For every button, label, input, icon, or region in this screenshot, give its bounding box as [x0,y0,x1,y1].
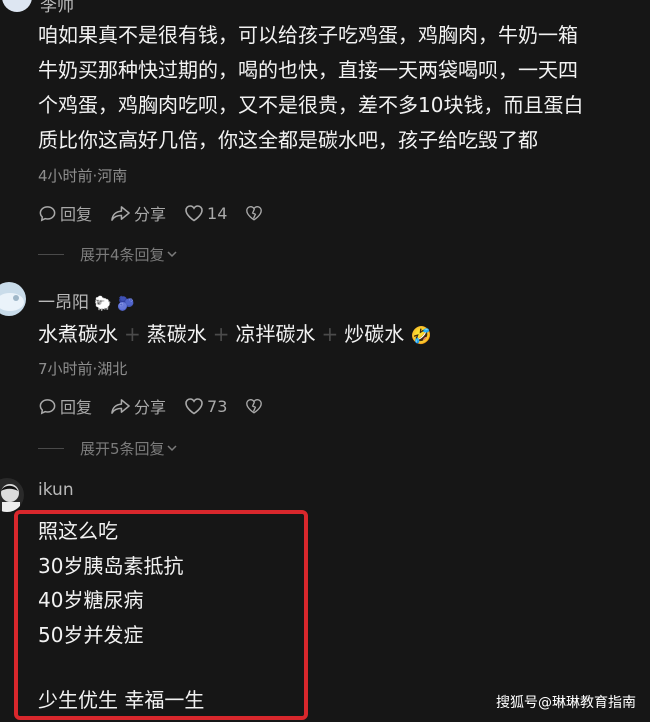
comment-body-line: 牛奶买那种快过期的，喝的也快，直接一天两袋喝呗，一天四 [38,58,578,82]
dislike-icon [246,399,263,414]
comment-body-line: 照这么吃 [38,519,118,543]
plus-separator: + [321,322,339,346]
comment-body-line: 少生优生 幸福一生 [38,688,205,712]
comment-body-part: 炒碳水 [344,322,405,346]
like-button[interactable]: 73 [184,397,227,416]
comment-body-line: 个鸡蛋，鸡胸肉吃呗，又不是很贵，差不多10块钱，而且蛋白 [38,93,584,117]
comment-time-location: 4小时前·河南 [38,167,128,185]
comment-actions: 回复 分享 14 [38,201,284,225]
comment-body-part: 蒸碳水 [146,322,207,346]
comment-time-location: 7小时前·湖北 [38,360,128,378]
expand-replies-button[interactable]: 展开5条回复 [38,438,179,458]
plus-separator: + [212,322,230,346]
comment-username[interactable]: 一昂阳 🐑 🫐 [38,288,135,313]
comment-body-line: 咱如果真不是很有钱，可以给孩子吃鸡蛋，鸡胸肉，牛奶一箱 [38,23,578,47]
comment-body-line: 40岁糖尿病 [38,588,144,612]
expand-replies-label: 展开4条回复 [80,245,165,264]
share-icon [111,398,130,414]
username-emoji: 🐑 [94,296,112,312]
comment-body: 咱如果真不是很有钱，可以给孩子吃鸡蛋，鸡胸肉，牛奶一箱 牛奶买那种快过期的，喝的… [38,18,644,158]
avatar[interactable] [2,0,32,12]
comment-body-part: 凉拌碳水 [235,322,316,346]
share-button[interactable]: 分享 [110,394,166,418]
like-count: 73 [207,396,228,416]
dislike-button[interactable] [245,397,266,415]
reply-label: 回复 [60,398,93,417]
divider-line [38,253,64,255]
share-label: 分享 [134,398,167,417]
expand-replies-label: 展开5条回复 [80,439,165,458]
comment-body-line: 50岁并发症 [38,623,144,647]
share-icon [111,205,130,221]
reply-label: 回复 [60,205,93,224]
comment-body-line: 30岁胰岛素抵抗 [38,554,184,578]
like-button[interactable]: 14 [184,204,227,223]
reply-button[interactable]: 回复 [38,394,92,418]
laughing-emoji: 🤣 [410,326,432,346]
watermark: 搜狐号@琳琳教育指南 [496,695,636,711]
comment-username-text: 一昂阳 [38,293,89,313]
chevron-down-icon [167,251,177,258]
reply-button[interactable]: 回复 [38,201,92,225]
chevron-down-icon [167,445,177,452]
reply-icon [39,398,56,414]
comment-body-part: 水煮碳水 [38,322,118,346]
dislike-icon [246,206,263,221]
comment-body-line: 质比你这高好几倍，你这全都是碳水吧，孩子给吃毁了都 [38,128,538,152]
comment-body: 水煮碳水 + 蒸碳水 + 凉拌碳水 + 炒碳水 🤣 [38,317,644,354]
heart-icon [185,205,203,222]
expand-replies-button[interactable]: 展开4条回复 [38,244,179,264]
share-button[interactable]: 分享 [110,201,166,225]
avatar-image [0,293,24,311]
dislike-button[interactable] [245,204,266,222]
plus-separator: + [124,322,141,346]
comment-username[interactable]: 李帅 [40,0,74,16]
share-label: 分享 [134,205,167,224]
username-emoji: 🫐 [117,296,135,312]
heart-icon [185,398,203,415]
divider-line [38,447,64,449]
comment-username[interactable]: ikun [38,480,74,500]
avatar[interactable] [0,478,24,512]
comment-actions: 回复 分享 73 [38,394,284,418]
like-count: 14 [207,203,228,223]
avatar-image [1,484,20,512]
avatar[interactable] [0,282,26,316]
reply-icon [39,205,56,221]
